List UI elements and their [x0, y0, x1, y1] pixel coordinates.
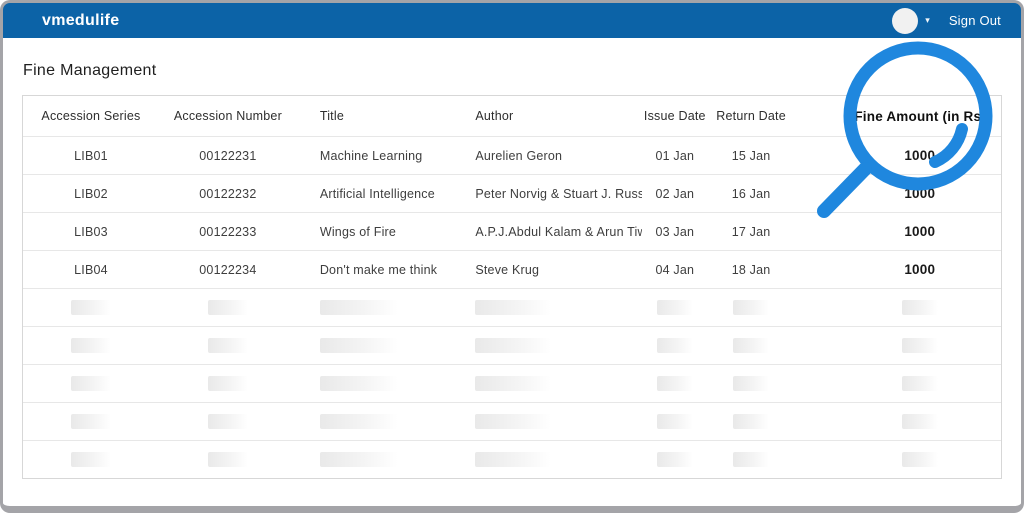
cell-issue-date: 02 Jan — [642, 175, 708, 212]
skeleton-block — [320, 338, 398, 353]
cell-issue-date: 01 Jan — [642, 137, 708, 174]
chevron-down-icon[interactable]: ▾ — [925, 16, 930, 25]
skeleton-block — [475, 452, 551, 467]
skeleton-block — [902, 376, 938, 391]
cell-title: Artificial Intelligence — [297, 175, 453, 212]
table-header-row: Accession Series Accession Number Title … — [23, 96, 1001, 136]
skeleton-block — [902, 338, 938, 353]
skeleton-row — [23, 402, 1001, 440]
cell-return-date: 15 Jan — [708, 137, 795, 174]
skeleton-block — [71, 452, 111, 467]
column-header-return-date: Return Date — [708, 96, 795, 136]
column-header-issue-date: Issue Date — [642, 96, 708, 136]
skeleton-block — [902, 414, 938, 429]
skeleton-row — [23, 326, 1001, 364]
skeleton-row — [23, 440, 1001, 478]
skeleton-block — [657, 338, 693, 353]
cell-issue-date: 03 Jan — [642, 213, 708, 250]
table-row: LIB02 00122232 Artificial Intelligence P… — [23, 174, 1001, 212]
cell-author: Aurelien Geron — [452, 137, 642, 174]
cell-title: Wings of Fire — [297, 213, 453, 250]
cell-fine-amount: 1000 — [795, 251, 1001, 288]
column-header-accession-series: Accession Series — [23, 96, 159, 136]
skeleton-block — [733, 300, 769, 315]
skeleton-block — [320, 414, 398, 429]
cell-accession-number: 00122232 — [159, 175, 297, 212]
skeleton-block — [733, 376, 769, 391]
cell-accession-series: LIB01 — [23, 137, 159, 174]
skeleton-block — [657, 376, 693, 391]
brand-logo-text: vmedulife — [42, 12, 119, 30]
skeleton-block — [320, 376, 398, 391]
skeleton-block — [208, 376, 248, 391]
cell-fine-amount: 1000 — [795, 137, 1001, 174]
skeleton-block — [208, 338, 248, 353]
skeleton-block — [71, 338, 111, 353]
skeleton-row — [23, 364, 1001, 402]
app-window: vmedulife ▾ Sign Out Fine Management Acc… — [0, 0, 1024, 513]
user-avatar[interactable] — [892, 8, 918, 34]
skeleton-block — [902, 300, 938, 315]
table-row: LIB04 00122234 Don't make me think Steve… — [23, 250, 1001, 288]
cell-fine-amount: 1000 — [795, 175, 1001, 212]
cell-accession-number: 00122234 — [159, 251, 297, 288]
skeleton-block — [208, 452, 248, 467]
cell-title: Don't make me think — [297, 251, 453, 288]
skeleton-block — [902, 452, 938, 467]
cell-accession-series: LIB03 — [23, 213, 159, 250]
skeleton-block — [320, 300, 398, 315]
column-header-accession-number: Accession Number — [159, 96, 297, 136]
skeleton-block — [71, 414, 111, 429]
skeleton-block — [208, 414, 248, 429]
skeleton-block — [475, 414, 551, 429]
column-header-author: Author — [452, 96, 642, 136]
skeleton-block — [657, 300, 693, 315]
topbar-right-cluster: ▾ Sign Out — [892, 8, 1001, 34]
skeleton-block — [657, 414, 693, 429]
skeleton-row — [23, 288, 1001, 326]
cell-issue-date: 04 Jan — [642, 251, 708, 288]
skeleton-block — [733, 414, 769, 429]
cell-return-date: 18 Jan — [708, 251, 795, 288]
column-header-title: Title — [297, 96, 453, 136]
cell-accession-series: LIB02 — [23, 175, 159, 212]
skeleton-block — [733, 338, 769, 353]
skeleton-block — [475, 376, 551, 391]
skeleton-block — [71, 376, 111, 391]
cell-return-date: 16 Jan — [708, 175, 795, 212]
table-row: LIB01 00122231 Machine Learning Aurelien… — [23, 136, 1001, 174]
cell-accession-series: LIB04 — [23, 251, 159, 288]
skeleton-block — [475, 338, 551, 353]
column-header-fine-amount: Fine Amount (in Rs. — [795, 96, 1001, 136]
cell-title: Machine Learning — [297, 137, 453, 174]
skeleton-block — [208, 300, 248, 315]
skeleton-block — [320, 452, 398, 467]
cell-accession-number: 00122233 — [159, 213, 297, 250]
sign-out-button[interactable]: Sign Out — [949, 13, 1001, 28]
table-row: LIB03 00122233 Wings of Fire A.P.J.Abdul… — [23, 212, 1001, 250]
skeleton-block — [733, 452, 769, 467]
cell-return-date: 17 Jan — [708, 213, 795, 250]
cell-author: Peter Norvig & Stuart J. Russell — [452, 175, 642, 212]
cell-author: A.P.J.Abdul Kalam & Arun Tiwari — [452, 213, 642, 250]
cell-fine-amount: 1000 — [795, 213, 1001, 250]
top-navigation-bar: vmedulife ▾ Sign Out — [3, 3, 1021, 38]
fine-management-table: Accession Series Accession Number Title … — [22, 95, 1002, 479]
page-title: Fine Management — [23, 62, 156, 80]
skeleton-block — [657, 452, 693, 467]
cell-accession-number: 00122231 — [159, 137, 297, 174]
skeleton-block — [475, 300, 551, 315]
cell-author: Steve Krug — [452, 251, 642, 288]
skeleton-block — [71, 300, 111, 315]
